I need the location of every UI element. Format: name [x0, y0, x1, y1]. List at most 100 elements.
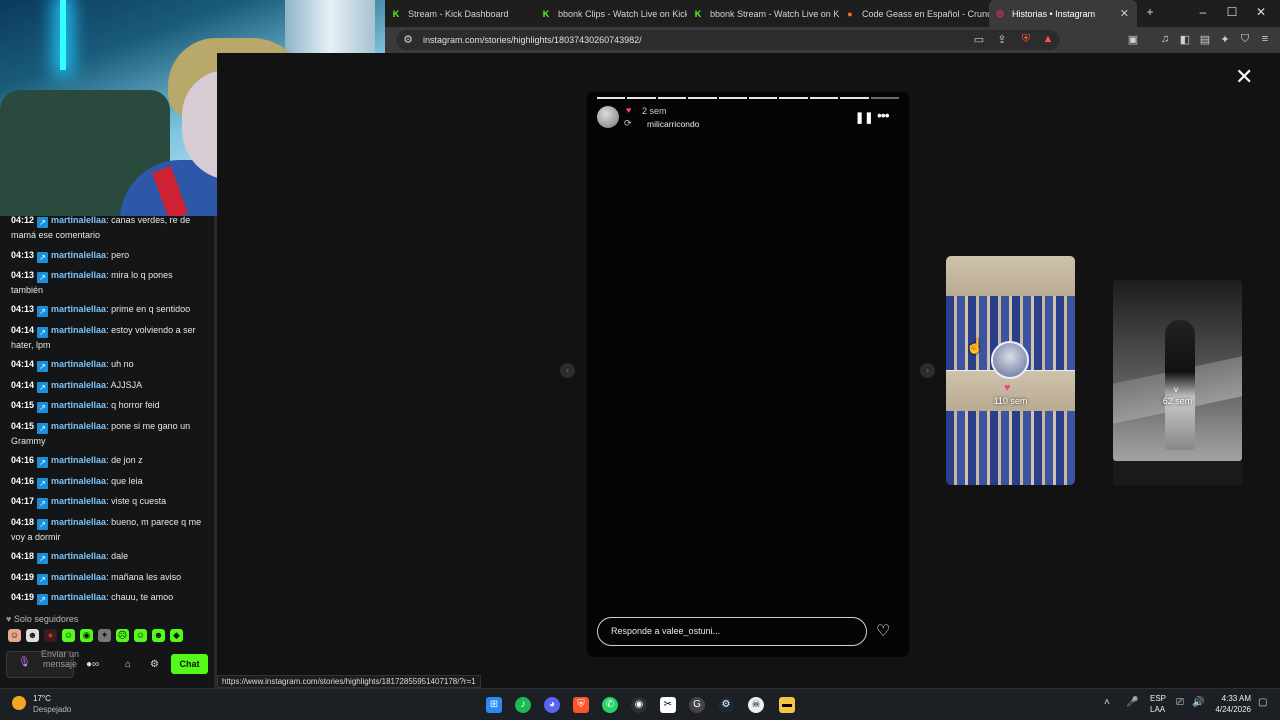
- app-icon[interactable]: G: [689, 697, 705, 713]
- message-username[interactable]: martinalellaa: [51, 325, 106, 335]
- story-username[interactable]: milicarricondo: [647, 119, 699, 129]
- message-username[interactable]: martinalellaa: [51, 270, 106, 280]
- file-explorer-icon[interactable]: ▬: [779, 697, 795, 713]
- message-username[interactable]: martinalellaa: [51, 455, 106, 465]
- emote[interactable]: ◉: [80, 629, 93, 642]
- store-icon[interactable]: ⌂: [125, 659, 131, 670]
- tab-kick-dashboard[interactable]: K Stream - Kick Dashboard: [385, 0, 535, 27]
- emote[interactable]: ✦: [98, 629, 111, 642]
- notification-icon[interactable]: ▢: [1258, 697, 1267, 708]
- emote[interactable]: ☺: [134, 629, 147, 642]
- network-icon[interactable]: ⎚: [1176, 697, 1184, 708]
- message-username[interactable]: martinalellaa: [51, 551, 106, 561]
- message-username[interactable]: martinalellaa: [51, 496, 106, 506]
- message-username[interactable]: martinalellaa: [51, 359, 106, 369]
- brave-rewards-icon[interactable]: ▲: [1041, 33, 1055, 45]
- message-username[interactable]: martinalellaa: [51, 572, 106, 582]
- tab-crunchyroll[interactable]: ● Code Geass en Español - Crunchy: [839, 0, 989, 27]
- url-text[interactable]: instagram.com/stories/highlights/1803743…: [423, 35, 642, 45]
- tab-bbonk-clips[interactable]: K bbonk Clips - Watch Live on Kick: [535, 0, 687, 27]
- message-text: prime en q sentidoo: [111, 304, 191, 314]
- emote[interactable]: ☻: [26, 629, 39, 642]
- reader-mode-icon[interactable]: ▣: [1126, 33, 1140, 46]
- share-icon[interactable]: ⇪: [995, 33, 1009, 46]
- chevron-up-icon[interactable]: ˄: [1104, 697, 1110, 708]
- keyboard-layout[interactable]: LAA: [1150, 705, 1165, 714]
- message-username[interactable]: martinalellaa: [51, 400, 106, 410]
- chat-message: 04:14 ↗ martinalellaa: AJJSJA: [11, 378, 206, 393]
- spotify-icon[interactable]: ♪: [515, 697, 531, 713]
- leo-ai-icon[interactable]: ✦: [1218, 33, 1232, 46]
- message-username[interactable]: martinalellaa: [51, 215, 106, 225]
- obs-icon[interactable]: ◉: [631, 697, 647, 713]
- subscriber-badge-icon: ↗: [37, 306, 49, 317]
- message-username[interactable]: martinalellaa: [51, 421, 106, 431]
- emote[interactable]: ☻: [152, 629, 165, 642]
- clock-date[interactable]: 4/24/2026: [1206, 705, 1251, 714]
- media-icon[interactable]: ♫: [1158, 33, 1172, 45]
- tab-instagram-stories[interactable]: ◎ Historias • Instagram ✕: [989, 0, 1137, 27]
- capcut-icon[interactable]: ✂: [660, 697, 676, 713]
- emote-picker-icon[interactable]: ●∞: [86, 659, 99, 670]
- volume-icon[interactable]: 🔊: [1192, 697, 1204, 708]
- emote[interactable]: ☺: [62, 629, 75, 642]
- steam-icon[interactable]: ⚙: [718, 697, 734, 713]
- wallet-icon[interactable]: ▤: [1198, 33, 1212, 46]
- message-username[interactable]: martinalellaa: [51, 592, 106, 602]
- close-stories-button[interactable]: ✕: [1235, 66, 1253, 88]
- chat-message: 04:19 ↗ martinalellaa: chauu, te amoo: [11, 590, 206, 605]
- message-username[interactable]: martinalellaa: [51, 250, 106, 260]
- clock-time[interactable]: 4:33 AM: [1206, 694, 1251, 703]
- new-tab-button[interactable]: +: [1140, 5, 1160, 19]
- crunchyroll-icon: ●: [847, 8, 853, 19]
- menu-icon[interactable]: ≡: [1258, 33, 1272, 45]
- site-settings-icon[interactable]: ⚙: [401, 33, 415, 46]
- message-text: AJJSJA: [110, 380, 143, 390]
- brave-icon[interactable]: ⛨: [573, 697, 589, 713]
- close-tab-icon[interactable]: ✕: [1120, 7, 1129, 20]
- maximize-button[interactable]: ☐: [1222, 5, 1242, 19]
- story-preview-card[interactable]: [1113, 280, 1242, 461]
- language-indicator[interactable]: ESP: [1150, 694, 1166, 703]
- tab-bbonk-stream[interactable]: K bbonk Stream - Watch Live on Kick: [687, 0, 839, 27]
- settings-icon[interactable]: ⚙: [150, 659, 159, 670]
- brave-shield-icon[interactable]: ⛨: [1019, 33, 1033, 46]
- next-story-button[interactable]: ›: [920, 363, 935, 378]
- subscriber-badge-icon: ↗: [37, 402, 49, 413]
- message-username[interactable]: martinalellaa: [51, 517, 106, 527]
- whatsapp-icon[interactable]: ✆: [602, 697, 618, 713]
- chat-send-button[interactable]: Chat: [171, 654, 208, 674]
- more-options-button[interactable]: •••: [877, 107, 890, 123]
- vpn-icon[interactable]: ⛉: [1238, 33, 1252, 46]
- microphone-icon[interactable]: 🎙: [18, 657, 31, 668]
- story-viewer[interactable]: [587, 92, 909, 657]
- emote[interactable]: ●: [44, 629, 57, 642]
- previous-story-button[interactable]: ‹: [560, 363, 575, 378]
- story-avatar[interactable]: [597, 106, 619, 128]
- kick-icon: K: [392, 8, 400, 19]
- message-username[interactable]: martinalellaa: [51, 476, 106, 486]
- message-time: 04:15: [11, 400, 35, 410]
- story-progress-segment: [688, 97, 717, 99]
- weather-temp[interactable]: 17°C: [33, 694, 51, 703]
- emote[interactable]: ◆: [170, 629, 183, 642]
- message-username[interactable]: martinalellaa: [51, 380, 106, 390]
- app-icon[interactable]: ☠: [748, 697, 764, 713]
- cast-icon[interactable]: ▭: [972, 33, 986, 46]
- pause-button[interactable]: ❚❚: [855, 111, 873, 124]
- close-window-button[interactable]: ✕: [1251, 5, 1271, 19]
- message-time: 04:13: [11, 270, 35, 280]
- sidebar-icon[interactable]: ◧: [1178, 33, 1192, 46]
- emote[interactable]: ☹: [116, 629, 129, 642]
- windows-start-icon[interactable]: ⊞: [486, 697, 502, 713]
- weather-sun-icon[interactable]: [12, 696, 26, 710]
- discord-icon[interactable]: ◕: [544, 697, 560, 713]
- message-username[interactable]: martinalellaa: [51, 304, 106, 314]
- minimize-button[interactable]: –: [1193, 5, 1213, 19]
- like-button[interactable]: ♡: [876, 621, 890, 641]
- message-time: 04:13: [11, 250, 35, 260]
- microphone-icon[interactable]: 🎤: [1126, 697, 1138, 708]
- chat-message: 04:18 ↗ martinalellaa: bueno, m parece q m…: [11, 515, 206, 544]
- weather-condition[interactable]: Despejado: [33, 705, 71, 714]
- emote[interactable]: ☺: [8, 629, 21, 642]
